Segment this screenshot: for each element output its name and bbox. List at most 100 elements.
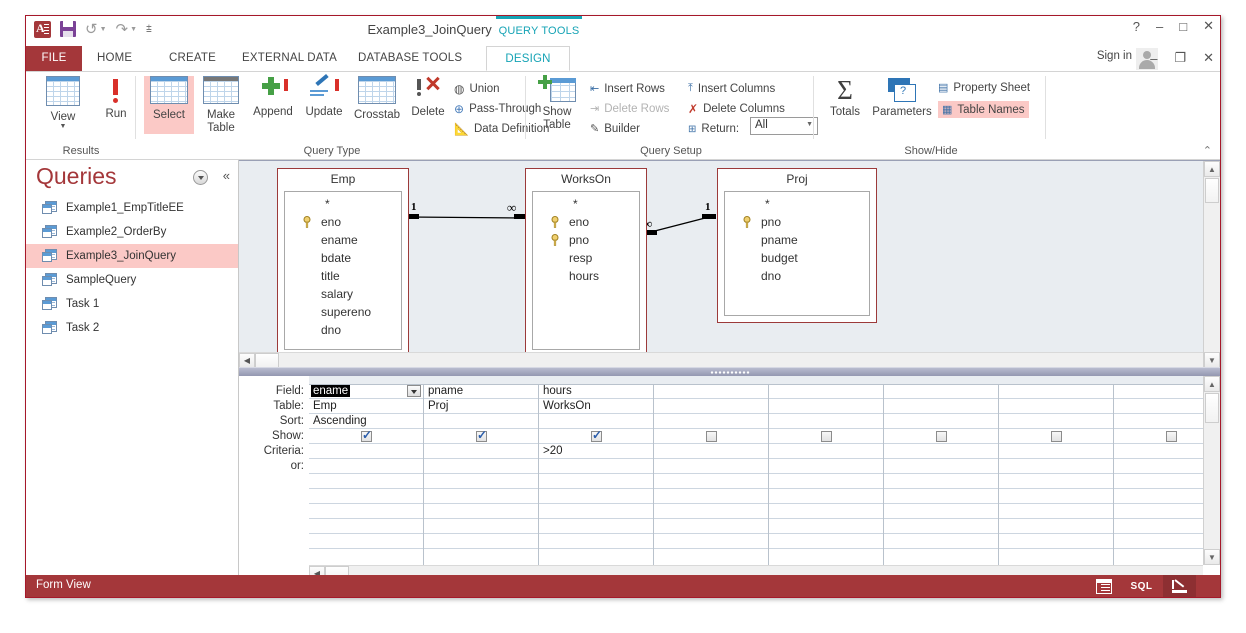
qbe-empty-cell[interactable] [1114,534,1203,549]
run-button[interactable]: Run [96,76,136,120]
tab-database-tools[interactable]: DATABASE TOOLS [347,46,473,71]
qbe-show-cell[interactable] [999,429,1113,444]
nav-item-example1[interactable]: Example1_EmpTitleEE [26,196,238,220]
qbe-empty-cell[interactable] [999,504,1113,519]
document-restore-button[interactable]: ❐ [1174,50,1186,66]
show-checkbox[interactable] [361,429,372,443]
qbe-column[interactable]: hours WorksOn >20 [539,384,654,565]
show-checkbox[interactable] [821,431,832,442]
show-checkbox[interactable] [1051,431,1062,442]
qbe-show-cell[interactable] [539,429,653,444]
qbe-empty-cell[interactable] [884,489,998,504]
qbe-empty-cell[interactable] [654,489,768,504]
qbe-empty-cell[interactable] [884,519,998,534]
qbe-vertical-scrollbar[interactable]: ▲ ▼ [1203,376,1220,565]
union-button[interactable]: ◍ Union [454,82,500,96]
qbe-empty-cell[interactable] [769,504,883,519]
qbe-show-cell[interactable] [1114,429,1203,444]
qbe-sort-cell[interactable] [424,414,538,429]
show-checkbox[interactable] [1166,431,1177,442]
qbe-or-cell[interactable] [884,459,998,474]
qbe-empty-cell[interactable] [539,519,653,534]
qbe-empty-cell[interactable] [539,504,653,519]
document-close-button[interactable]: ✕ [1203,50,1214,66]
property-sheet-button[interactable]: ▤ Property Sheet [938,81,1030,95]
qbe-criteria-cell[interactable] [1114,444,1203,459]
sql-view-button[interactable]: SQL [1125,575,1158,597]
nav-item-example2[interactable]: Example2_OrderBy [26,220,238,244]
qbe-field-cell[interactable] [884,384,998,399]
select-query-button[interactable]: Select [144,76,194,134]
qbe-column[interactable]: ename Emp Ascending [309,384,424,565]
nav-item-task2[interactable]: Task 2 [26,316,238,340]
tab-home[interactable]: HOME [86,46,143,71]
diagram-vertical-scrollbar[interactable]: ▲ ▼ [1203,161,1220,368]
qbe-criteria-cell[interactable] [654,444,768,459]
datasheet-view-button[interactable] [1087,575,1120,597]
return-combobox[interactable]: All ▼ [750,117,818,135]
qbe-empty-cell[interactable] [999,519,1113,534]
qbe-sort-cell[interactable]: Ascending [309,414,423,429]
collapse-pane-icon[interactable]: « [223,168,230,183]
show-checkbox[interactable] [591,429,602,443]
qbe-column[interactable] [1114,384,1203,565]
qbe-empty-cell[interactable] [999,534,1113,549]
qbe-criteria-cell[interactable] [999,444,1113,459]
sign-in-label[interactable]: Sign in [1097,50,1132,62]
qbe-column[interactable] [654,384,769,565]
update-query-button[interactable]: Update [300,73,348,118]
qbe-or-cell[interactable] [654,459,768,474]
qbe-empty-cell[interactable] [309,504,423,519]
qbe-sort-cell[interactable] [539,414,653,429]
field-row[interactable]: * [533,195,639,213]
parameters-button[interactable]: ? Parameters [870,76,934,118]
delete-columns-button[interactable]: ✗ Delete Columns [688,102,785,116]
field-row[interactable]: hours [533,267,639,285]
field-row[interactable]: salary [285,285,401,303]
qbe-sort-cell[interactable] [884,414,998,429]
qbe-table-cell[interactable] [654,399,768,414]
qbe-field-cell[interactable]: pname [424,384,538,399]
field-row[interactable]: bdate [285,249,401,267]
qbe-field-cell[interactable] [999,384,1113,399]
field-row[interactable]: eno [533,213,639,231]
field-row[interactable]: title [285,267,401,285]
delete-query-button[interactable]: Delete [406,76,450,118]
show-checkbox[interactable] [936,431,947,442]
chevron-down-icon[interactable]: ▼ [806,121,813,128]
design-view-button[interactable] [1163,575,1196,597]
qbe-table-cell[interactable] [884,399,998,414]
save-icon[interactable] [60,21,76,37]
qbe-field-cell[interactable] [1114,384,1203,399]
scrollbar-thumb[interactable] [1205,393,1219,423]
qbe-empty-cell[interactable] [884,534,998,549]
field-row[interactable]: budget [725,249,869,267]
field-row[interactable]: pno [533,231,639,249]
qbe-empty-cell[interactable] [309,474,423,489]
table-names-button[interactable]: ▦ Table Names [938,101,1029,118]
qbe-field-cell[interactable]: ename [309,384,423,399]
qbe-or-cell[interactable] [539,459,653,474]
qbe-show-cell[interactable] [884,429,998,444]
qbe-criteria-cell[interactable] [424,444,538,459]
customize-quick-access-icon[interactable]: ⩲ [146,24,152,35]
qbe-table-cell[interactable] [1114,399,1203,414]
qbe-show-cell[interactable] [309,429,423,444]
qbe-empty-cell[interactable] [309,519,423,534]
qbe-empty-cell[interactable] [424,504,538,519]
scroll-left-icon[interactable]: ◀ [239,353,255,368]
redo-button[interactable]: ↷ ▼ [116,20,138,38]
scroll-down-icon[interactable]: ▼ [1204,352,1220,368]
insert-columns-button[interactable]: ⤒ Insert Columns [688,82,775,95]
field-row[interactable]: supereno [285,303,401,321]
qbe-empty-cell[interactable] [884,504,998,519]
make-table-query-button[interactable]: Make Table [198,76,244,135]
scrollbar-thumb[interactable] [255,353,279,368]
scroll-up-icon[interactable]: ▲ [1204,376,1220,392]
append-query-button[interactable]: Append [248,76,298,118]
qbe-field-cell[interactable] [769,384,883,399]
diagram-horizontal-scrollbar[interactable]: ◀ [239,352,1203,368]
qbe-or-cell[interactable] [769,459,883,474]
qbe-or-cell[interactable] [424,459,538,474]
qbe-empty-cell[interactable] [654,519,768,534]
